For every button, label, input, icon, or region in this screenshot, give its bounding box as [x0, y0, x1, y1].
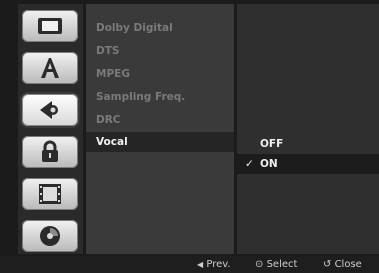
disc-settings-tab[interactable]: [22, 220, 78, 252]
category-icon-column: [18, 4, 83, 254]
checkmark-icon: ✓: [245, 158, 254, 170]
audio-settings-tab[interactable]: [22, 94, 78, 126]
option-on-row[interactable]: ✓ ON: [237, 154, 379, 174]
help-bar: ◀ Prev. ⊙ Select ↺ Close: [0, 256, 379, 273]
option-on-label: ON: [260, 158, 278, 170]
disc-icon: [40, 226, 60, 246]
menu-item-mpeg[interactable]: MPEG: [96, 68, 130, 80]
display-settings-tab[interactable]: [22, 10, 78, 42]
option-off[interactable]: OFF: [260, 138, 283, 150]
lock-settings-tab[interactable]: [22, 136, 78, 168]
select-hint[interactable]: ⊙ Select: [255, 259, 297, 270]
audio-menu-list: Dolby Digital DTS MPEG Sampling Freq. DR…: [86, 4, 234, 254]
prev-hint[interactable]: ◀ Prev.: [197, 259, 231, 270]
language-icon: [41, 58, 59, 78]
close-label: Close: [334, 259, 362, 270]
setup-menu-screen: Dolby Digital DTS MPEG Sampling Freq. DR…: [0, 0, 379, 273]
menu-item-sampling-freq[interactable]: Sampling Freq.: [96, 91, 185, 103]
prev-label: Prev.: [206, 259, 231, 270]
lock-icon: [42, 140, 58, 162]
select-label: Select: [266, 259, 298, 270]
close-hint[interactable]: ↺ Close: [323, 259, 362, 270]
recording-icon: [39, 184, 61, 204]
menu-item-dolby-digital[interactable]: Dolby Digital: [96, 22, 173, 34]
menu-item-vocal[interactable]: Vocal: [86, 132, 234, 152]
vocal-options-list: OFF ✓ ON: [237, 4, 379, 254]
select-button-icon: ⊙: [255, 259, 264, 270]
menu-item-drc[interactable]: DRC: [96, 114, 121, 126]
language-settings-tab[interactable]: [22, 52, 78, 84]
recording-settings-tab[interactable]: [22, 178, 78, 210]
audio-icon: [40, 101, 58, 119]
return-icon: ↺: [323, 259, 332, 270]
menu-item-dts[interactable]: DTS: [96, 45, 119, 57]
display-icon: [38, 18, 62, 34]
prev-arrow-icon: ◀: [197, 260, 204, 269]
